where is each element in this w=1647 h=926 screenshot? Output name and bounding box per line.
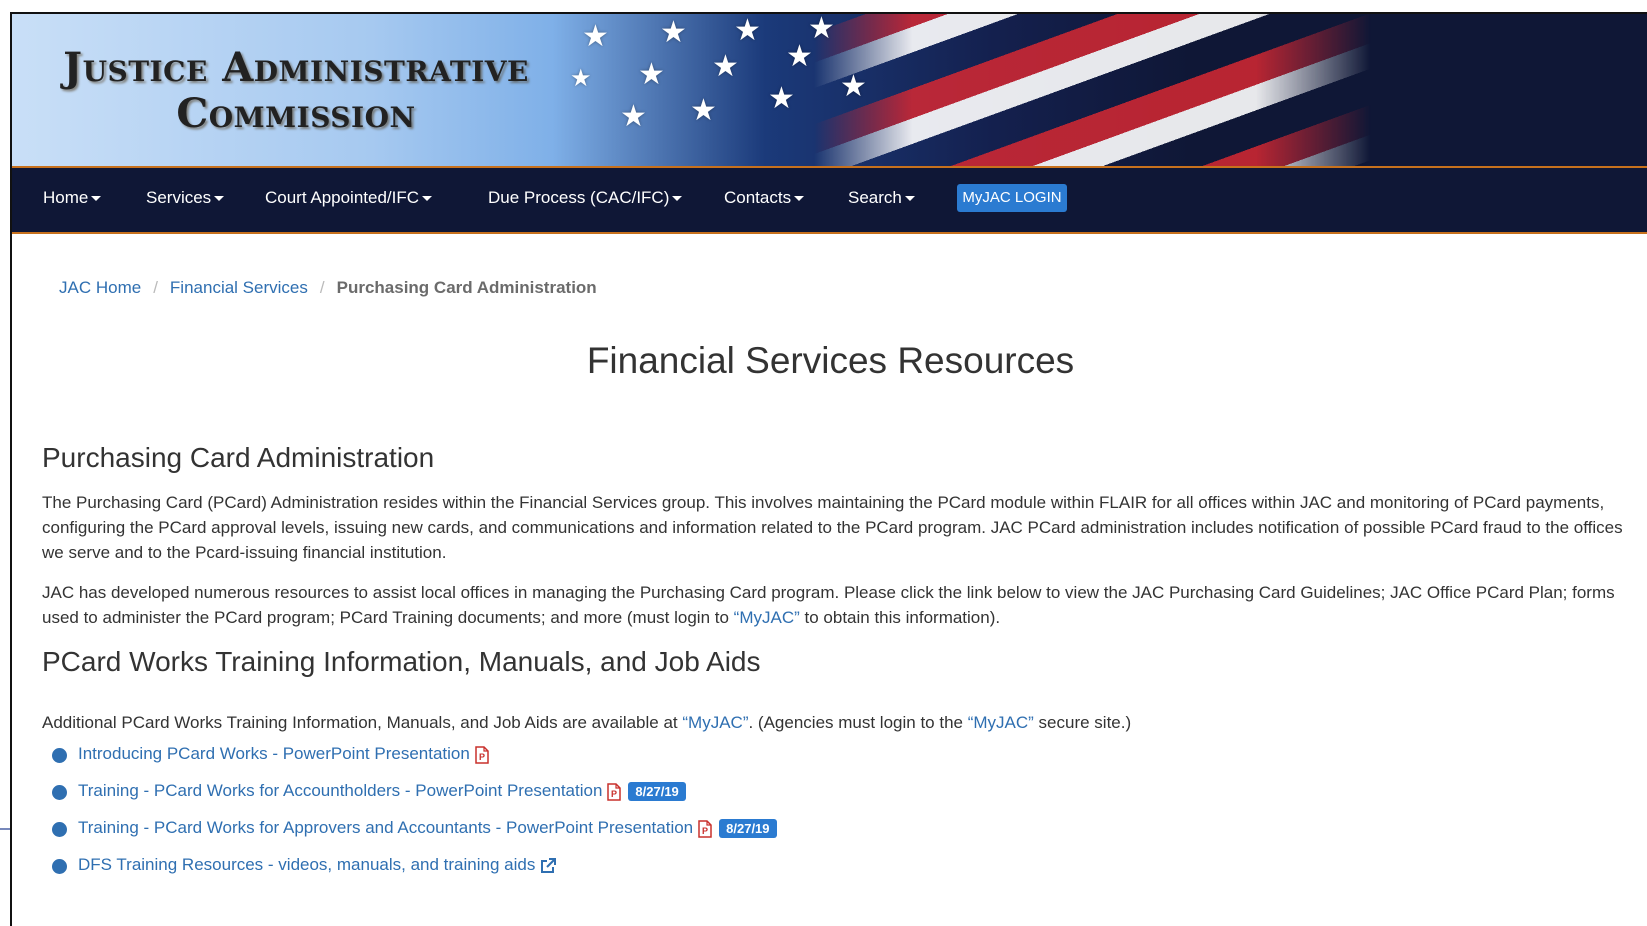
nav-home[interactable]: Home [43,188,102,208]
caret-down-icon [904,196,915,202]
myjac-link[interactable]: “MyJAC” [968,713,1034,732]
pcard-admin-heading: Purchasing Card Administration [42,442,435,473]
caret-down-icon [214,196,225,202]
svg-text:P: P [479,752,485,762]
resource-link-label: Training - PCard Works for Approvers and… [78,818,694,837]
resource-link[interactable]: DFS Training Resources - videos, manuals… [78,855,557,875]
nav-search-label: Search [848,188,902,207]
intro-text-middle: . (Agencies must login to the [748,713,968,732]
bullet-icon [52,822,67,837]
pcard-works-heading: PCard Works Training Information, Manual… [42,646,761,677]
caret-down-icon [422,196,433,202]
myjac-link[interactable]: “MyJAC” [734,608,800,627]
nav-contacts[interactable]: Contacts [724,188,805,208]
nav-home-label: Home [43,188,89,207]
resource-link[interactable]: Training - PCard Works for Accountholder… [78,781,686,802]
nav-court-appointed[interactable]: Court Appointed/IFC [265,188,433,208]
external-link-icon [541,857,557,873]
bullet-icon [52,785,67,800]
resource-link-label: DFS Training Resources - videos, manuals… [78,855,536,874]
caret-down-icon [672,196,683,202]
pdf-icon: P [475,745,489,764]
resource-link[interactable]: Introducing PCard Works - PowerPoint Pre… [78,744,490,764]
browser-content: ★ ★ ★ ★ ★ ★ ★ ★ ★ ★ ★ ★ Justice Administ… [10,12,1647,926]
site-header-banner: ★ ★ ★ ★ ★ ★ ★ ★ ★ ★ ★ ★ Justice Administ… [12,14,1647,168]
pcard-admin-paragraph: The Purchasing Card (PCard) Administrati… [42,493,1623,562]
page-title: Financial Services Resources [586,340,1075,381]
nav-contacts-label: Contacts [724,188,792,207]
breadcrumb: JAC Home / Financial Services / Purchasing C… [59,278,597,298]
site-logo[interactable]: Justice Administrative Commission [36,44,556,136]
date-badge: 8/27/19 [719,819,777,839]
breadcrumb-financial-services-link[interactable]: Financial Services [170,278,308,297]
caret-down-icon [794,196,805,202]
svg-text:P: P [702,826,708,836]
nav-due-process[interactable]: Due Process (CAC/IFC) [488,188,683,208]
pdf-icon: P [607,782,622,801]
main-navbar: Home Services Court Appointed/IFC Due Pr… [12,168,1647,234]
svg-text:P: P [611,789,617,799]
nav-services-label: Services [146,188,212,207]
page-edge-line [0,828,10,830]
pcard-resources-paragraph: JAC has developed numerous resources to … [42,580,1642,630]
nav-services[interactable]: Services [146,188,225,208]
date-badge: 8/27/19 [628,782,686,802]
nav-search[interactable]: Search [848,188,915,208]
pdf-icon: P [698,819,712,838]
resource-link-label: Training - PCard Works for Accountholder… [78,781,603,800]
intro-text-start: Additional PCard Works Training Informat… [42,713,683,732]
breadcrumb-separator: / [319,278,325,297]
bullet-icon [52,748,67,763]
nav-court-appointed-label: Court Appointed/IFC [265,188,420,207]
caret-down-icon [91,196,102,202]
intro-text-end: secure site.) [1033,713,1132,732]
myjac-link[interactable]: “MyJAC” [682,713,748,732]
breadcrumb-separator: / [153,278,158,297]
logo-line-2: Commission [176,90,416,137]
breadcrumb-current: Purchasing Card Administration [336,278,597,297]
para2-text-end: to obtain this information). [799,608,1001,627]
nav-due-process-label: Due Process (CAC/IFC) [488,188,670,207]
bullet-icon [52,859,67,874]
myjac-login-button[interactable]: MyJAC LOGIN [957,184,1067,212]
flag-stars-graphic: ★ ★ ★ ★ ★ ★ ★ ★ ★ ★ ★ ★ [570,14,867,134]
resource-link-label: Introducing PCard Works - PowerPoint Pre… [78,744,470,763]
resource-link[interactable]: Training - PCard Works for Approvers and… [78,818,777,839]
logo-line-1: Justice Administrative [63,44,529,91]
breadcrumb-home-link[interactable]: JAC Home [59,278,141,297]
pcard-works-intro: Additional PCard Works Training Informat… [42,710,1642,735]
